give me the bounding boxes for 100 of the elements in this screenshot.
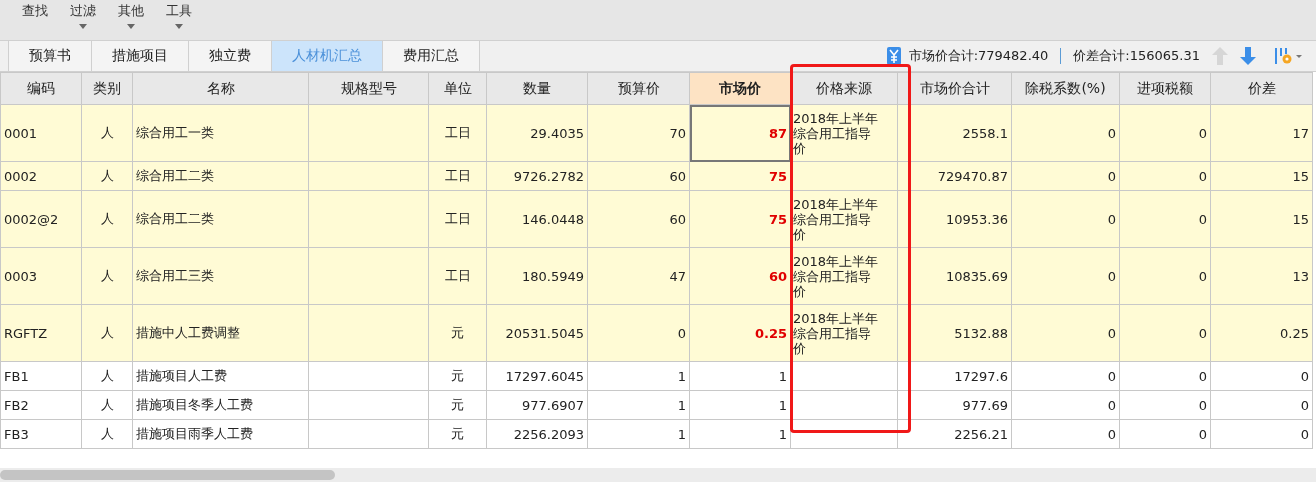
tab[interactable]: 费用汇总 <box>383 41 480 71</box>
table-cell: RGFTZ <box>0 304 82 362</box>
column-header[interactable]: 市场价合计 <box>897 72 1012 105</box>
table-cell: 0 <box>1210 419 1313 449</box>
table-cell: 2558.1 <box>897 104 1012 162</box>
table-cell: 0 <box>1011 304 1120 362</box>
table-cell: 0 <box>1011 390 1120 420</box>
table-cell: 10953.36 <box>897 190 1012 248</box>
table-cell: 2018年上半年综合用工指导价 <box>790 104 898 162</box>
table-cell: 元 <box>428 304 487 362</box>
column-header[interactable]: 名称 <box>132 72 309 105</box>
table-cell: 15 <box>1210 161 1313 191</box>
table-cell: 措施中人工费调整 <box>132 304 309 362</box>
table-cell: 0 <box>1119 247 1211 305</box>
table-cell: 2018年上半年综合用工指导价 <box>790 304 898 362</box>
column-header[interactable]: 价差 <box>1210 72 1313 105</box>
column-header[interactable]: 进项税额 <box>1119 72 1211 105</box>
table-cell: 0001 <box>0 104 82 162</box>
table-cell: 0 <box>1119 104 1211 162</box>
yen-icon <box>886 47 901 65</box>
table-cell: 元 <box>428 390 487 420</box>
table-cell: 17 <box>1210 104 1313 162</box>
table-cell: 人 <box>81 247 133 305</box>
table-cell: 20531.5045 <box>486 304 588 362</box>
table-cell: 87 <box>689 104 791 162</box>
table-cell: 0 <box>1011 190 1120 248</box>
toolbar-button[interactable]: 工具 <box>160 0 198 31</box>
table-cell: 729470.87 <box>897 161 1012 191</box>
table-cell: 综合用工二类 <box>132 190 309 248</box>
column-settings-icon[interactable] <box>1274 46 1304 66</box>
table-cell: 0 <box>1119 361 1211 391</box>
table-cell: 2256.21 <box>897 419 1012 449</box>
table-cell: 60 <box>689 247 791 305</box>
table-cell: 75 <box>689 190 791 248</box>
table-cell: FB3 <box>0 419 82 449</box>
table-cell: 措施项目冬季人工费 <box>132 390 309 420</box>
toolbar-button[interactable]: 其他 <box>112 0 150 31</box>
table-cell: 0 <box>1210 390 1313 420</box>
table-cell: FB1 <box>0 361 82 391</box>
table-cell: 元 <box>428 419 487 449</box>
tab[interactable]: 预算书 <box>9 41 92 71</box>
table-cell: 977.6907 <box>486 390 588 420</box>
tab[interactable]: 独立费 <box>189 41 272 71</box>
table-cell: 70 <box>587 104 690 162</box>
table-cell: 0 <box>1011 247 1120 305</box>
column-header[interactable]: 价格来源 <box>790 72 898 105</box>
table-cell: 0 <box>1119 161 1211 191</box>
table-cell: 75 <box>689 161 791 191</box>
table-cell: 工日 <box>428 190 487 248</box>
table-cell: 146.0448 <box>486 190 588 248</box>
table-cell: 措施项目人工费 <box>132 361 309 391</box>
column-header[interactable]: 市场价 <box>689 72 791 105</box>
down-arrow-icon[interactable] <box>1240 47 1256 65</box>
table-cell: 5132.88 <box>897 304 1012 362</box>
table-cell: 措施项目雨季人工费 <box>132 419 309 449</box>
table-cell: 17297.6045 <box>486 361 588 391</box>
table-cell: 1 <box>587 361 690 391</box>
table-cell: 9726.2782 <box>486 161 588 191</box>
column-header[interactable]: 类别 <box>81 72 133 105</box>
table-cell: 1 <box>587 419 690 449</box>
table-cell: 0 <box>1011 361 1120 391</box>
column-header[interactable]: 数量 <box>486 72 588 105</box>
table-cell: 0 <box>1011 419 1120 449</box>
table-cell: 0 <box>1119 304 1211 362</box>
table-cell: 人 <box>81 304 133 362</box>
scrollbar-thumb[interactable] <box>0 470 335 480</box>
table-cell: 180.5949 <box>486 247 588 305</box>
table-cell: 60 <box>587 190 690 248</box>
table-cell: 元 <box>428 361 487 391</box>
table-cell: 1 <box>587 390 690 420</box>
table-cell: 0.25 <box>689 304 791 362</box>
table-cell: FB2 <box>0 390 82 420</box>
column-header[interactable]: 编码 <box>0 72 82 105</box>
toolbar-button[interactable]: 查找 <box>16 0 54 22</box>
column-header[interactable]: 预算价 <box>587 72 690 105</box>
table-cell: 0.25 <box>1210 304 1313 362</box>
table-cell: 人 <box>81 419 133 449</box>
tab[interactable]: 措施项目 <box>92 41 189 71</box>
table-cell: 综合用工一类 <box>132 104 309 162</box>
column-header[interactable]: 除税系数(%) <box>1011 72 1120 105</box>
table-cell: 0 <box>1119 390 1211 420</box>
table-cell: 47 <box>587 247 690 305</box>
table-cell: 人 <box>81 104 133 162</box>
table-cell: 2256.2093 <box>486 419 588 449</box>
table-cell: 0 <box>1210 361 1313 391</box>
table-cell: 工日 <box>428 161 487 191</box>
market-total-text: 市场价合计:779482.40 <box>908 47 1049 65</box>
table-cell: 0003 <box>0 247 82 305</box>
column-header[interactable]: 单位 <box>428 72 487 105</box>
table-cell: 17297.6 <box>897 361 1012 391</box>
table-cell: 10835.69 <box>897 247 1012 305</box>
table-cell: 0002 <box>0 161 82 191</box>
column-header[interactable]: 规格型号 <box>308 72 429 105</box>
toolbar-button[interactable]: 过滤 <box>64 0 102 31</box>
table-cell: 0 <box>1119 419 1211 449</box>
table-cell: 综合用工二类 <box>132 161 309 191</box>
table-cell: 15 <box>1210 190 1313 248</box>
table-cell: 13 <box>1210 247 1313 305</box>
table-cell: 29.4035 <box>486 104 588 162</box>
table-cell: 0002@2 <box>0 190 82 248</box>
